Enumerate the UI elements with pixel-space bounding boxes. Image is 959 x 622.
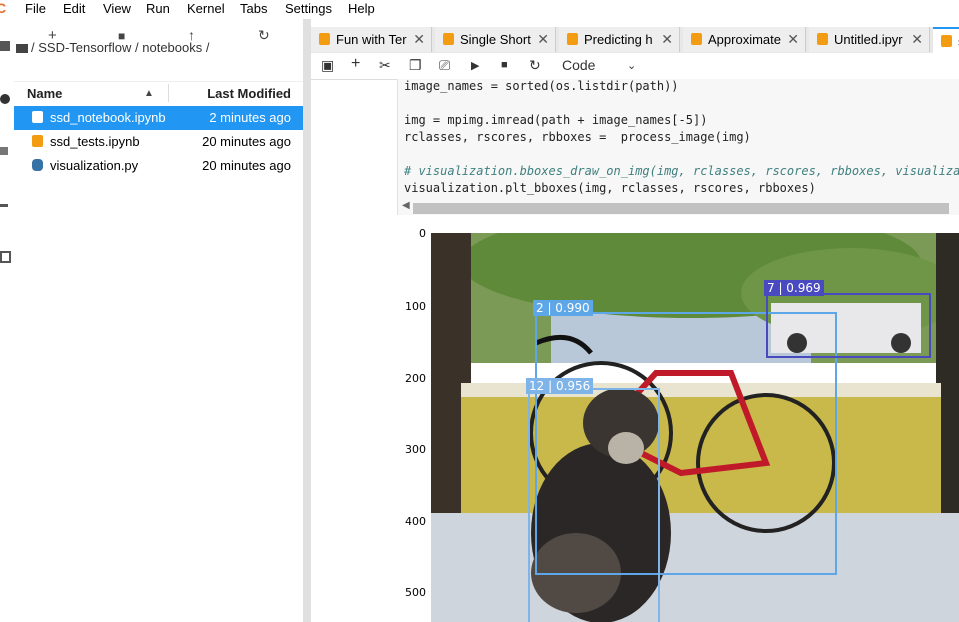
menu-bar: C File Edit View Run Kernel Tabs Setting…: [0, 0, 959, 19]
tab-label: Fun with Ter: [336, 32, 407, 47]
notebook-icon: [691, 33, 702, 45]
code-line: img = mpimg.imread(path + image_names[-5…: [404, 113, 708, 127]
insert-cell-icon[interactable]: +: [351, 55, 360, 73]
commands-icon[interactable]: [0, 147, 8, 155]
activity-bar: [0, 19, 15, 622]
y-tick: 500: [405, 586, 426, 599]
folder-icon[interactable]: [0, 41, 10, 51]
bbox-label: 12 | 0.956: [526, 378, 594, 394]
code-line: rclasses, rscores, rbboxes = process_ima…: [404, 130, 751, 144]
notebook-icon: [319, 33, 330, 45]
close-icon[interactable]: ✕: [911, 31, 923, 48]
python-icon: [32, 159, 43, 171]
column-divider: [168, 84, 169, 102]
notebook-icon: [32, 135, 43, 147]
code-cell-input[interactable]: image_names = sorted(os.listdir(path)) i…: [397, 79, 959, 216]
folder-icon[interactable]: [16, 44, 28, 53]
breadcrumb: / SSD-Tensorflow / notebooks /: [16, 40, 209, 55]
close-icon[interactable]: ✕: [537, 31, 549, 48]
menu-tabs[interactable]: Tabs: [240, 1, 267, 16]
panel-splitter[interactable]: [303, 19, 311, 622]
save-icon[interactable]: ▣: [321, 57, 334, 74]
bbox-label: 2 | 0.990: [533, 300, 593, 316]
tab-label: Predicting h: [584, 32, 653, 47]
tab-notebook[interactable]: Approximate ✕: [683, 27, 806, 52]
menu-help[interactable]: Help: [348, 1, 375, 16]
tab-notebook[interactable]: Single Short ✕: [435, 27, 556, 52]
y-tick: 200: [405, 372, 426, 385]
file-modified: 2 minutes ago: [209, 110, 291, 125]
file-name: visualization.py: [50, 158, 139, 173]
tabs-icon[interactable]: [0, 251, 11, 263]
chevron-down-icon[interactable]: ⌄: [627, 59, 636, 72]
tab-notebook-active[interactable]: s: [933, 27, 959, 54]
tab-label: Single Short: [460, 32, 531, 47]
copy-icon[interactable]: ❐: [409, 57, 422, 74]
menu-run[interactable]: Run: [146, 1, 170, 16]
y-tick: 400: [405, 515, 426, 528]
last-modified-column-header[interactable]: Last Modified: [207, 86, 291, 101]
menu-view[interactable]: View: [103, 1, 131, 16]
bounding-box-dog: [528, 388, 660, 622]
y-tick: 0: [419, 227, 426, 240]
notebook-icon: [817, 33, 828, 45]
property-inspector-icon[interactable]: [0, 204, 8, 207]
code-comment: # visualization.bboxes_draw_on_img(img, …: [404, 164, 959, 178]
menu-settings[interactable]: Settings: [285, 1, 332, 16]
horizontal-scrollbar[interactable]: [413, 203, 949, 214]
file-modified: 20 minutes ago: [202, 158, 291, 173]
notebook-icon: [941, 35, 952, 47]
close-icon[interactable]: ✕: [413, 31, 425, 48]
tab-label: Untitled.ipyr: [834, 32, 903, 47]
notebook-icon: [32, 111, 43, 123]
notebook-toolbar: ▣ + ✂ ❐ ⎚ ▶ ■ ↻ Code ⌄: [311, 53, 959, 80]
tab-notebook[interactable]: Fun with Ter ✕: [311, 27, 432, 52]
restart-icon[interactable]: ↻: [529, 57, 541, 74]
notebook-icon: [567, 33, 578, 45]
sort-ascending-icon[interactable]: ▲: [144, 88, 154, 99]
code-line: image_names = sorted(os.listdir(path)): [404, 79, 679, 93]
cell-type-select[interactable]: Code: [562, 57, 595, 73]
tab-label: Approximate: [708, 32, 781, 47]
close-icon[interactable]: ✕: [661, 31, 673, 48]
running-icon[interactable]: [0, 94, 10, 104]
file-modified: 20 minutes ago: [202, 134, 291, 149]
run-icon[interactable]: ▶: [471, 59, 479, 72]
paste-icon[interactable]: ⎚: [439, 57, 450, 74]
file-row[interactable]: ssd_tests.ipynb 20 minutes ago: [14, 130, 303, 154]
bounding-box-truck: [766, 293, 931, 358]
file-row[interactable]: visualization.py 20 minutes ago: [14, 154, 303, 178]
cut-icon[interactable]: ✂: [379, 57, 391, 74]
scroll-left-icon[interactable]: ◀: [402, 200, 410, 211]
tab-bar: Fun with Ter ✕ Single Short ✕ Predicting…: [311, 27, 959, 54]
menu-kernel[interactable]: Kernel: [187, 1, 225, 16]
detection-image: 2 | 0.990 7 | 0.969 12 | 0.956: [431, 233, 959, 622]
bbox-label: 7 | 0.969: [764, 280, 824, 296]
stop-icon[interactable]: ■: [501, 59, 508, 71]
close-icon[interactable]: ✕: [787, 31, 799, 48]
file-list-header: Name ▲ Last Modified: [14, 81, 303, 107]
breadcrumb-path[interactable]: / SSD-Tensorflow / notebooks /: [31, 40, 209, 55]
file-name: ssd_notebook.ipynb: [50, 110, 166, 125]
y-tick: 300: [405, 443, 426, 456]
tab-notebook[interactable]: Predicting h ✕: [559, 27, 680, 52]
file-row[interactable]: ssd_notebook.ipynb 2 minutes ago: [14, 106, 303, 130]
code-line: visualization.plt_bboxes(img, rclasses, …: [404, 181, 816, 195]
refresh-icon[interactable]: ↻: [258, 27, 270, 44]
menu-edit[interactable]: Edit: [63, 1, 85, 16]
jupyter-logo-icon: C: [0, 0, 7, 16]
menu-file[interactable]: File: [25, 1, 46, 16]
name-column-header[interactable]: Name: [27, 86, 62, 101]
y-tick: 100: [405, 300, 426, 313]
notebook-icon: [443, 33, 454, 45]
tab-notebook[interactable]: Untitled.ipyr ✕: [809, 27, 930, 52]
file-name: ssd_tests.ipynb: [50, 134, 140, 149]
